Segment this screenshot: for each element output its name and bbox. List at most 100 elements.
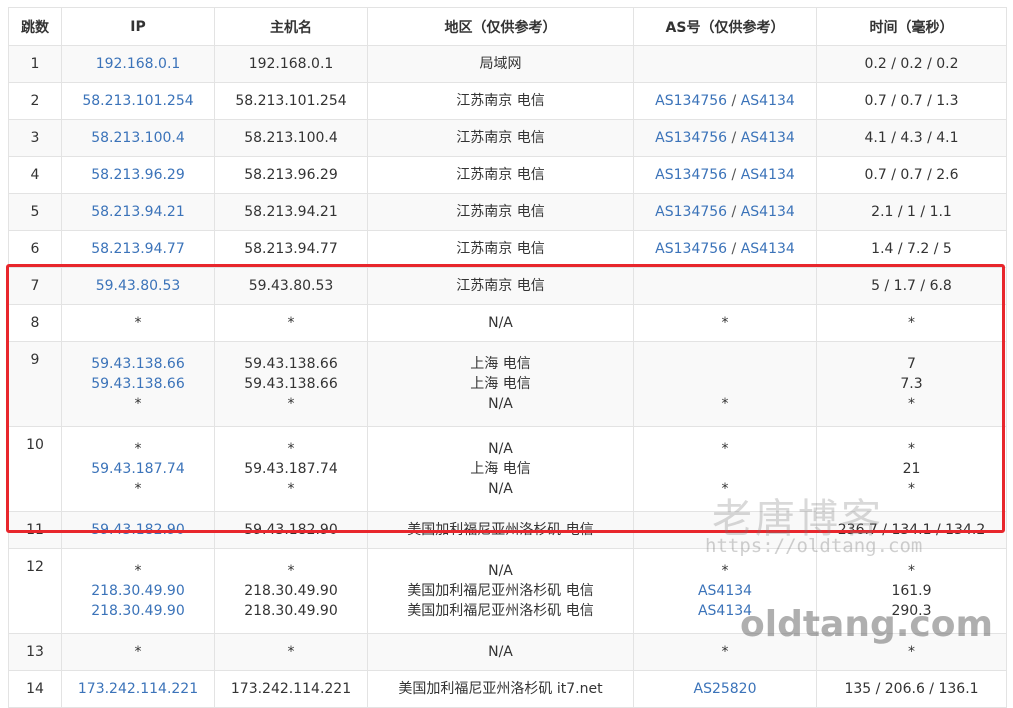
time-cell: * (816, 633, 1007, 671)
time-line: 7.3 (817, 374, 1006, 394)
region-cell: 江苏南京 电信 (367, 82, 634, 120)
time-text: 161.9 (891, 583, 932, 599)
time-text: 1.4 / 7.2 / 5 (871, 241, 952, 257)
ip-link[interactable]: 59.43.138.66 (91, 376, 185, 392)
region-text: 美国加利福尼亚州洛杉矶 电信 (407, 583, 594, 599)
time-cell: 1.4 / 7.2 / 5 (816, 230, 1007, 268)
time-text: 0.2 / 0.2 / 0.2 (864, 56, 959, 72)
host-line: 59.43.138.66 (215, 374, 367, 394)
host-line: 58.213.100.4 (215, 128, 367, 148)
ip-text: * (134, 315, 142, 331)
region-line: 江苏南京 电信 (368, 91, 633, 111)
table-row: 12 * 218.30.49.90 218.30.49.90 * 218.30.49.90… (8, 548, 1007, 634)
region-line: 江苏南京 电信 (368, 165, 633, 185)
as-line: * (634, 642, 816, 662)
ip-link[interactable]: 58.213.96.29 (91, 167, 185, 183)
table-row: 13 * * N/A * * (8, 633, 1007, 671)
host-line: * (215, 439, 367, 459)
hostname-text: 218.30.49.90 (244, 583, 338, 599)
ip-link[interactable]: 59.43.138.66 (91, 356, 185, 372)
as-link[interactable]: AS4134 (741, 93, 795, 109)
time-line: 4.1 / 4.3 / 4.1 (817, 128, 1006, 148)
region-line: 江苏南京 电信 (368, 128, 633, 148)
traceroute-table: 跳数 IP 主机名 地区（仅供参考） AS号（仅供参考） 时间（毫秒） 1 192… (8, 7, 1007, 708)
as-link[interactable]: AS134756 (655, 130, 727, 146)
time-cell: 236.7 / 134.1 / 134.2 (816, 511, 1007, 549)
time-line: 5 / 1.7 / 6.8 (817, 276, 1006, 296)
host-cell: * (214, 304, 368, 342)
region-cell: 江苏南京 电信 (367, 193, 634, 231)
hop-cell: 13 (8, 633, 62, 671)
ip-link[interactable]: 59.43.80.53 (96, 278, 181, 294)
as-line: AS134756 / AS4134 (634, 239, 816, 259)
region-text: 江苏南京 电信 (456, 278, 545, 294)
time-text: * (908, 441, 915, 457)
as-text: * (721, 644, 729, 660)
ip-link[interactable]: 173.242.114.221 (78, 681, 198, 697)
region-cell: 美国加利福尼亚州洛杉矶 电信 (367, 511, 634, 549)
ip-line: * (62, 394, 214, 414)
as-link[interactable]: AS134756 (655, 93, 727, 109)
hop-cell: 6 (8, 230, 62, 268)
as-link[interactable]: AS4134 (698, 603, 752, 619)
region-cell: 江苏南京 电信 (367, 230, 634, 268)
ip-link[interactable]: 58.213.100.4 (91, 130, 185, 146)
time-line: 0.2 / 0.2 / 0.2 (817, 54, 1006, 74)
as-line (634, 54, 816, 74)
ip-link[interactable]: 59.43.187.74 (91, 461, 185, 477)
time-cell: 135 / 206.6 / 136.1 (816, 670, 1007, 708)
time-line: 0.7 / 0.7 / 2.6 (817, 165, 1006, 185)
host-line: * (215, 642, 367, 662)
ip-link[interactable]: 218.30.49.90 (91, 603, 185, 619)
host-cell: * (214, 633, 368, 671)
as-link[interactable]: AS134756 (655, 167, 727, 183)
region-text: 江苏南京 电信 (456, 167, 545, 183)
table-row: 1 192.168.0.1 192.168.0.1 局域网 0.2 / 0.2 / 0.… (8, 45, 1007, 83)
region-text: 美国加利福尼亚州洛杉矶 it7.net (398, 681, 603, 697)
region-line: 美国加利福尼亚州洛杉矶 it7.net (368, 679, 633, 699)
ip-link[interactable]: 59.43.182.90 (91, 522, 185, 538)
region-cell: 局域网 (367, 45, 634, 83)
ip-line: 218.30.49.90 (62, 581, 214, 601)
time-text: * (908, 315, 915, 331)
as-line (634, 276, 816, 296)
as-link[interactable]: AS4134 (741, 204, 795, 220)
region-line: 江苏南京 电信 (368, 202, 633, 222)
ip-line: 58.213.100.4 (62, 128, 214, 148)
ip-link[interactable]: 58.213.94.21 (91, 204, 185, 220)
time-cell: 4.1 / 4.3 / 4.1 (816, 119, 1007, 157)
ip-link[interactable]: 58.213.101.254 (82, 93, 193, 109)
ip-link[interactable]: 192.168.0.1 (96, 56, 181, 72)
time-line: * (817, 394, 1006, 414)
time-cell: 2.1 / 1 / 1.1 (816, 193, 1007, 231)
as-line: * (634, 561, 816, 581)
ip-link[interactable]: 218.30.49.90 (91, 583, 185, 599)
as-link[interactable]: AS25820 (694, 681, 757, 697)
host-cell: 59.43.138.66 59.43.138.66 * (214, 341, 368, 427)
ip-cell: * (61, 633, 215, 671)
region-text: 江苏南京 电信 (456, 130, 545, 146)
ip-link[interactable]: 58.213.94.77 (91, 241, 185, 257)
col-header-region: 地区（仅供参考） (367, 7, 634, 46)
host-cell: 58.213.101.254 (214, 82, 368, 120)
region-text: 上海 电信 (470, 461, 531, 477)
as-separator: / (727, 204, 741, 220)
hop-cell: 2 (8, 82, 62, 120)
as-link[interactable]: AS134756 (655, 204, 727, 220)
region-text: N/A (488, 441, 513, 457)
ip-line: * (62, 561, 214, 581)
as-link[interactable]: AS4134 (741, 130, 795, 146)
time-text: 5 / 1.7 / 6.8 (871, 278, 952, 294)
hostname-text: * (287, 563, 295, 579)
hostname-text: * (287, 644, 295, 660)
region-line: N/A (368, 313, 633, 333)
as-link[interactable]: AS4134 (741, 241, 795, 257)
region-text: N/A (488, 563, 513, 579)
hop-cell: 3 (8, 119, 62, 157)
hostname-text: 58.213.101.254 (235, 93, 347, 109)
as-link[interactable]: AS134756 (655, 241, 727, 257)
as-cell: * * (633, 426, 817, 512)
as-link[interactable]: AS4134 (741, 167, 795, 183)
table-row: 11 59.43.182.90 59.43.182.90 美国加利福尼亚州洛杉矶 电信… (8, 511, 1007, 549)
as-link[interactable]: AS4134 (698, 583, 752, 599)
